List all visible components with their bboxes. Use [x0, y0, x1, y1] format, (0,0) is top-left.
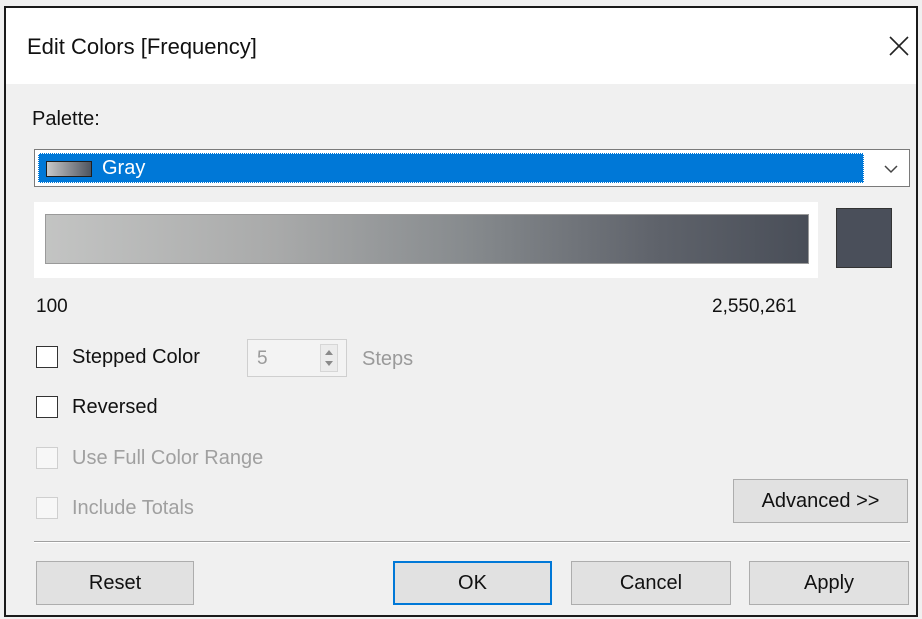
close-icon [889, 36, 909, 56]
steps-spinner[interactable]: 5 [247, 339, 347, 377]
use-full-color-range-label: Use Full Color Range [72, 447, 264, 469]
edit-colors-dialog: Edit Colors [Frequency] Palette: Gray 10… [4, 6, 918, 617]
steps-label: Steps [362, 348, 414, 370]
apply-button[interactable]: Apply [749, 561, 909, 605]
cancel-button[interactable]: Cancel [571, 561, 731, 605]
include-totals-label: Include Totals [72, 497, 194, 519]
palette-select-highlight: Gray [38, 153, 864, 183]
palette-label: Palette: [32, 108, 100, 130]
reset-button[interactable]: Reset [36, 561, 194, 605]
reversed-label: Reversed [72, 396, 158, 418]
gradient-preview-bar[interactable] [45, 214, 809, 264]
divider [34, 541, 910, 543]
range-max-label: 2,550,261 [712, 296, 797, 317]
ok-button[interactable]: OK [393, 561, 552, 605]
use-full-color-range-checkbox[interactable] [36, 447, 58, 469]
spin-arrows-icon [325, 350, 333, 366]
palette-selected-value: Gray [102, 157, 146, 179]
steps-spin-buttons[interactable] [320, 344, 338, 372]
end-color-swatch[interactable] [836, 208, 892, 268]
reversed-checkbox[interactable] [36, 396, 58, 418]
close-button[interactable] [884, 31, 914, 61]
palette-swatch [46, 161, 92, 177]
steps-value: 5 [257, 348, 268, 369]
stepped-color-checkbox[interactable] [36, 346, 58, 368]
chevron-down-icon [884, 165, 898, 174]
gradient-preview-frame [34, 202, 818, 278]
palette-select[interactable]: Gray [34, 149, 910, 187]
range-min-label: 100 [36, 296, 68, 317]
stepped-color-label: Stepped Color [72, 346, 200, 368]
title-bar: Edit Colors [Frequency] [6, 8, 916, 84]
dialog-title: Edit Colors [Frequency] [27, 34, 257, 59]
include-totals-checkbox[interactable] [36, 497, 58, 519]
advanced-button[interactable]: Advanced >> [733, 479, 908, 523]
